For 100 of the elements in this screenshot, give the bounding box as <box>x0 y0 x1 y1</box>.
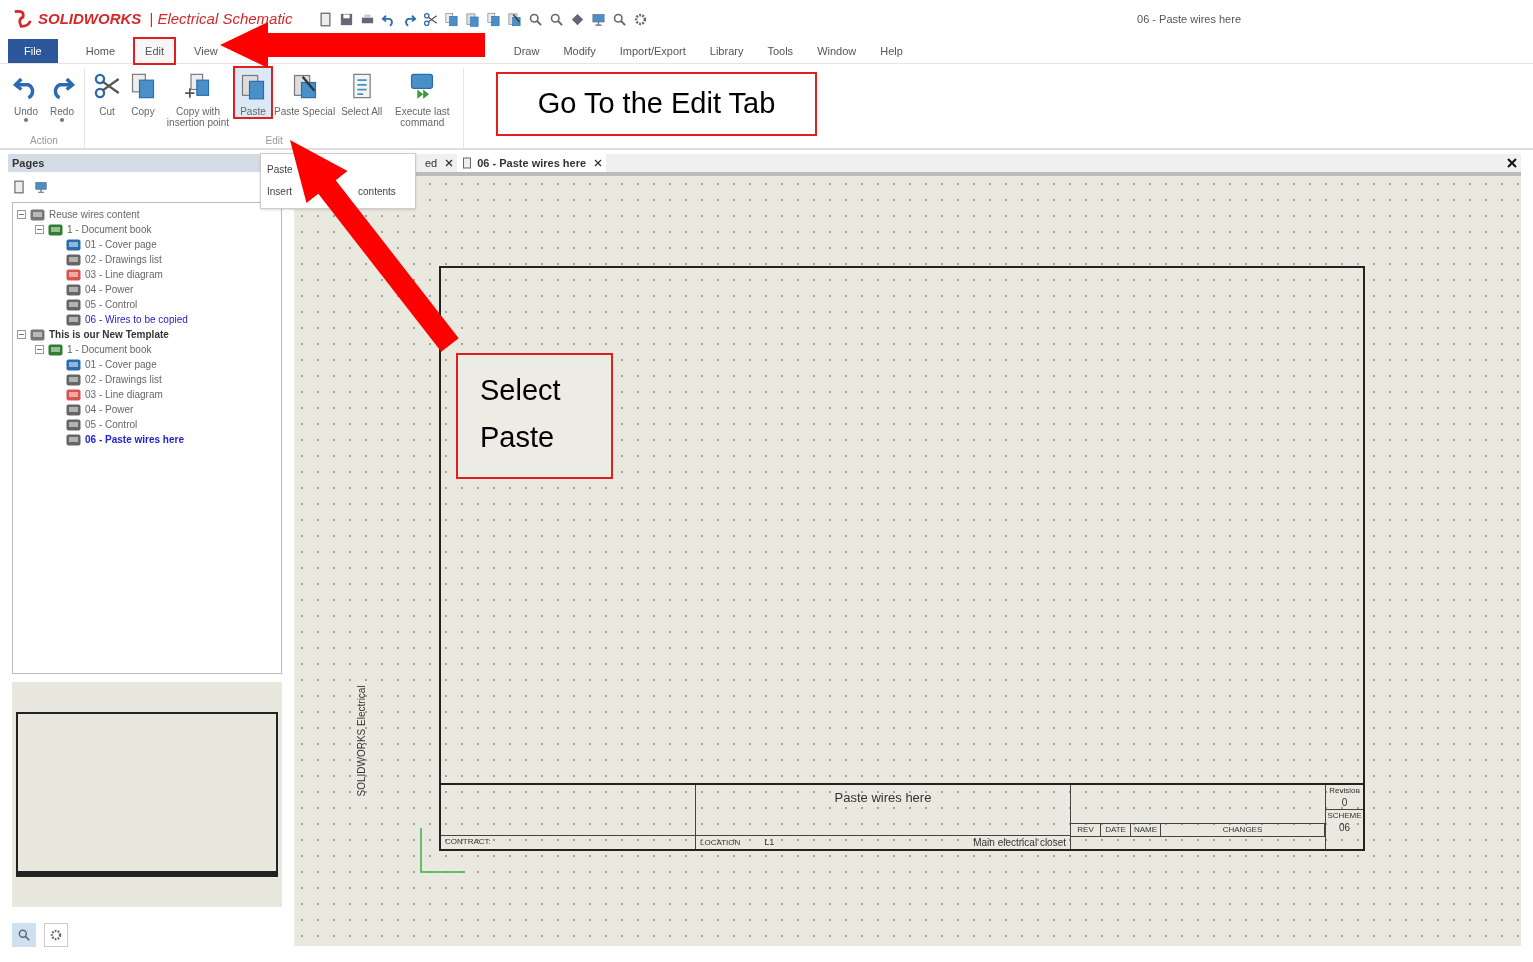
copy-button[interactable]: Copy <box>125 68 161 117</box>
clipboard-wand-icon[interactable] <box>507 11 523 27</box>
tree-item[interactable]: 06 - Wires to be copied <box>85 312 188 327</box>
document-icon[interactable] <box>318 11 334 27</box>
clipboard-icon[interactable] <box>465 11 481 27</box>
redo-button[interactable]: Redo <box>44 68 80 123</box>
scissors-icon <box>93 72 121 100</box>
schematic-page-icon <box>66 433 81 446</box>
schematic-page-icon <box>66 418 81 431</box>
diamond-icon[interactable] <box>570 11 586 27</box>
collapse-toggle-icon[interactable] <box>17 210 26 219</box>
logo-icon <box>12 8 34 30</box>
menu-tab[interactable]: View <box>184 39 228 63</box>
menu-tab[interactable]: Draw <box>503 39 550 63</box>
refresh-button[interactable] <box>44 923 68 947</box>
location-label: LOCATION <box>700 836 741 849</box>
diagram-page-icon <box>66 268 81 281</box>
menu-tab[interactable]: Tools <box>757 39 804 63</box>
search-icon <box>17 928 31 942</box>
tree-item[interactable]: 05 - Control <box>85 297 138 312</box>
menu-tab[interactable]: Home <box>75 39 126 63</box>
revision-column-header: CHANGES <box>1161 824 1325 836</box>
tree-item[interactable]: 01 - Cover page <box>85 237 157 252</box>
project-icon <box>30 208 45 221</box>
search-icon[interactable] <box>528 11 544 27</box>
select-all-button[interactable]: Select All <box>338 68 386 117</box>
tree-item[interactable]: Reuse wires content <box>49 207 140 222</box>
location-description: Main electrical closet <box>973 836 1066 850</box>
tree-item[interactable]: 03 - Line diagram <box>85 387 163 402</box>
cut-button[interactable]: Cut <box>89 68 125 117</box>
schematic-page-icon <box>66 298 81 311</box>
revision-column-header: REV <box>1071 824 1101 836</box>
tree-item[interactable]: 06 - Paste wires here <box>85 432 184 447</box>
file-menu-tab[interactable]: File <box>8 39 58 63</box>
ribbon-group-label: Edit <box>264 134 284 148</box>
clipboard-icon <box>239 72 267 100</box>
contract-label: CONTRACT: <box>445 836 492 848</box>
scheme-number: 06 <box>1338 822 1351 834</box>
preview-button[interactable] <box>12 923 36 947</box>
menu-tab[interactable]: Import/Export <box>609 39 696 63</box>
product-name: | Electrical Schematic <box>149 8 293 29</box>
document-icon[interactable] <box>12 180 26 194</box>
callout-box: Go To the Edit Tab <box>496 72 817 136</box>
search-icon[interactable] <box>549 11 565 27</box>
document-icon <box>461 157 474 169</box>
menu-tab[interactable]: Window <box>807 39 867 63</box>
document-tab[interactable]: 06 - Paste wires here <box>457 154 607 172</box>
save-icon[interactable] <box>339 11 355 27</box>
dropdown-dot-icon[interactable] <box>23 117 29 123</box>
brand-name: SOLIDWORKS <box>38 8 142 29</box>
scissors-icon[interactable] <box>423 11 439 27</box>
menu-tab[interactable]: Help <box>870 39 913 63</box>
schematic-page-icon <box>66 403 81 416</box>
close-tab-icon[interactable] <box>445 159 454 167</box>
execute-button[interactable]: Execute last command <box>385 68 460 128</box>
list-page-icon <box>66 373 81 386</box>
tree-item[interactable]: 04 - Power <box>85 402 134 417</box>
scheme-label: SCHEME <box>1326 809 1363 822</box>
revision-column-header: DATE <box>1101 824 1131 836</box>
monitor-icon[interactable] <box>591 11 607 27</box>
search-icon[interactable] <box>612 11 628 27</box>
copy-icon[interactable] <box>444 11 460 27</box>
list-page-icon <box>66 253 81 266</box>
revision-column-header: NAME <box>1131 824 1161 836</box>
callout-box: Select Paste <box>456 353 613 479</box>
close-tab-icon[interactable] <box>594 159 603 167</box>
menu-tab[interactable]: Library <box>699 39 754 63</box>
location-code: L1 <box>764 835 775 849</box>
menu-tab[interactable]: Edit <box>135 39 175 63</box>
tree-item[interactable]: This is our New Template <box>49 327 169 342</box>
tree-item[interactable]: 1 - Document book <box>67 342 152 357</box>
diagram-page-icon <box>66 388 81 401</box>
tree-item[interactable]: 04 - Power <box>85 282 134 297</box>
sheet-title: Paste wires here <box>834 790 932 805</box>
close-icon[interactable] <box>1507 158 1517 168</box>
cover-page-icon <box>66 358 81 371</box>
tree-item[interactable]: 05 - Control <box>85 417 138 432</box>
ribbon-group-label: Action <box>29 134 59 148</box>
monitor-icon[interactable] <box>34 180 48 194</box>
tree-item[interactable]: 1 - Document book <box>67 222 152 237</box>
tree-item[interactable]: 02 - Drawings list <box>85 372 162 387</box>
paste-special-button[interactable]: Paste Special <box>271 68 339 117</box>
schematic-page-icon <box>66 313 81 326</box>
document-tab[interactable]: ed <box>421 154 458 172</box>
side-label: SOLIDWORKS Electrical <box>354 685 368 797</box>
collapse-toggle-icon[interactable] <box>35 225 44 234</box>
dropdown-dot-icon[interactable] <box>59 117 65 123</box>
project-icon <box>30 328 45 341</box>
tree-item[interactable]: 01 - Cover page <box>85 357 157 372</box>
copy-icon[interactable] <box>486 11 502 27</box>
undo-button[interactable]: Undo <box>8 68 44 123</box>
collapse-toggle-icon[interactable] <box>35 345 44 354</box>
paste-button[interactable]: Paste <box>235 68 271 117</box>
revision-value: 0 <box>1341 797 1348 809</box>
tree-item[interactable]: 02 - Drawings list <box>85 252 162 267</box>
menu-tab[interactable]: Modify <box>553 39 606 63</box>
schematic-page-icon <box>66 283 81 296</box>
collapse-toggle-icon[interactable] <box>17 330 26 339</box>
tree-item[interactable]: 03 - Line diagram <box>85 267 163 282</box>
copy-icon <box>129 72 157 100</box>
